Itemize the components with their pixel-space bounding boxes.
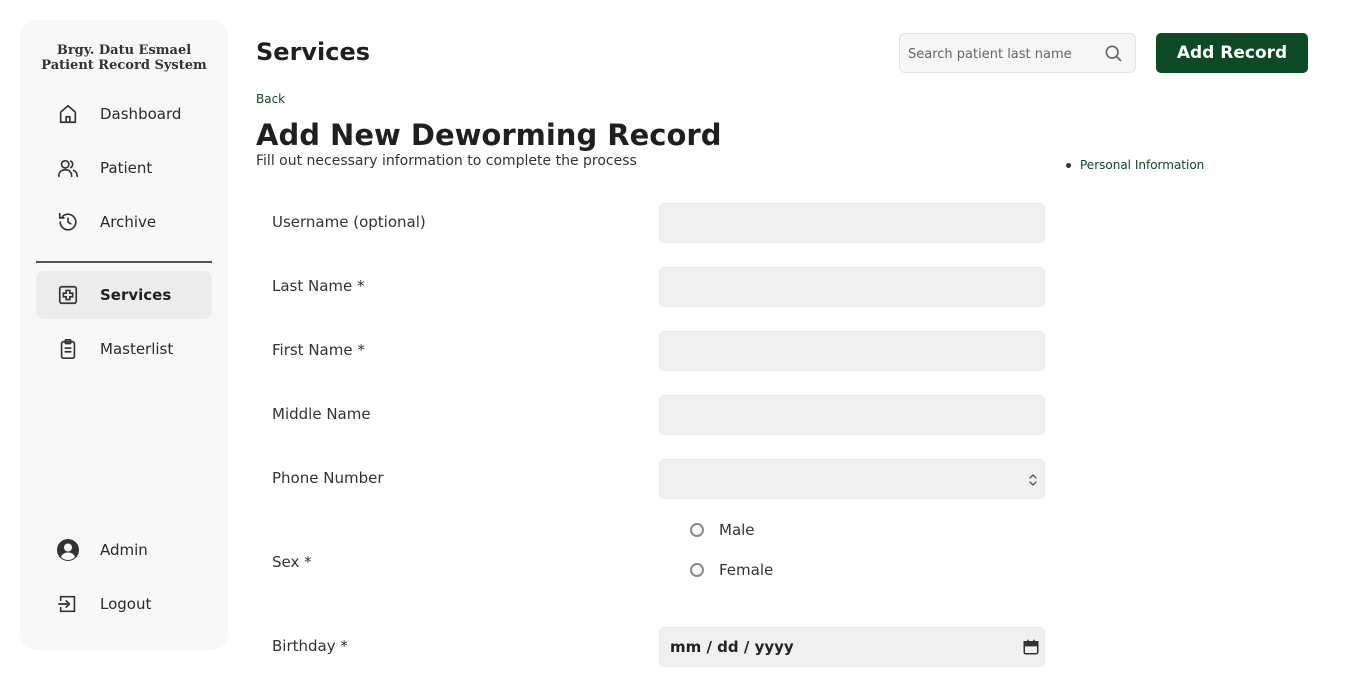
sidebar-item-patient[interactable]: Patient xyxy=(36,144,212,192)
search-input[interactable] xyxy=(908,44,1098,64)
sidebar-item-archive[interactable]: Archive xyxy=(36,198,212,246)
sidebar-item-label: Dashboard xyxy=(100,105,182,123)
sidebar-item-dashboard[interactable]: Dashboard xyxy=(36,90,212,138)
phone-number-field[interactable] xyxy=(659,459,1045,499)
sidebar-item-masterlist[interactable]: Masterlist xyxy=(36,325,212,373)
logout-icon xyxy=(56,592,80,616)
brand-line-1: Brgy. Datu Esmael xyxy=(56,43,192,58)
sex-label: Sex * xyxy=(272,553,312,571)
clipboard-icon xyxy=(56,337,80,361)
sex-male-radio[interactable] xyxy=(690,523,704,537)
sex-female-radio[interactable] xyxy=(690,563,704,577)
calendar-icon[interactable] xyxy=(1022,638,1040,656)
page-title: Services xyxy=(256,38,371,66)
sidebar-item-label: Archive xyxy=(100,213,157,231)
add-record-button[interactable]: Add Record xyxy=(1156,33,1308,73)
middle-name-field[interactable] xyxy=(659,395,1045,435)
form-title: Add New Deworming Record xyxy=(256,118,722,152)
search-icon[interactable] xyxy=(1103,43,1123,63)
home-icon xyxy=(56,102,80,126)
section-link-personal-information[interactable]: Personal Information xyxy=(1066,158,1204,172)
middle-name-label: Middle Name xyxy=(272,405,371,423)
sidebar-divider xyxy=(36,261,212,263)
last-name-label: Last Name * xyxy=(272,277,365,295)
sidebar-item-label: Patient xyxy=(100,159,153,177)
first-name-field[interactable] xyxy=(659,331,1045,371)
sidebar-item-label: Logout xyxy=(100,595,152,613)
birthday-label: Birthday * xyxy=(272,637,348,655)
sidebar-item-logout[interactable]: Logout xyxy=(36,580,212,628)
history-icon xyxy=(56,210,80,234)
bullet-icon xyxy=(1066,162,1071,168)
sidebar: Brgy. Datu Esmael Patient Record System … xyxy=(20,20,228,650)
section-link-label: Personal Information xyxy=(1080,158,1205,172)
user-circle-icon xyxy=(56,538,80,562)
brand-line-2: Patient Record System xyxy=(41,58,207,73)
number-spinner-icon[interactable] xyxy=(1028,472,1038,488)
brand-title: Brgy. Datu Esmael Patient Record System xyxy=(20,43,228,73)
date-placeholder: mm / dd / yyyy xyxy=(670,638,794,656)
medical-plus-icon xyxy=(56,283,80,307)
sidebar-item-label: Masterlist xyxy=(100,340,174,358)
form-subtitle: Fill out necessary information to comple… xyxy=(256,153,637,169)
phone-label: Phone Number xyxy=(272,469,384,487)
username-field[interactable] xyxy=(659,203,1045,243)
search-box[interactable] xyxy=(899,33,1136,73)
username-label: Username (optional) xyxy=(272,213,426,231)
sex-female-label[interactable]: Female xyxy=(719,561,773,579)
sidebar-item-label: Admin xyxy=(100,541,148,559)
back-link[interactable]: Back xyxy=(256,92,285,106)
birthday-date-field[interactable]: mm / dd / yyyy xyxy=(659,627,1045,667)
first-name-label: First Name * xyxy=(272,341,365,359)
last-name-field[interactable] xyxy=(659,267,1045,307)
sidebar-item-admin[interactable]: Admin xyxy=(36,526,212,574)
users-icon xyxy=(56,156,80,180)
sex-male-label[interactable]: Male xyxy=(719,521,755,539)
sidebar-item-label: Services xyxy=(100,286,172,304)
sidebar-item-services[interactable]: Services xyxy=(36,271,212,319)
